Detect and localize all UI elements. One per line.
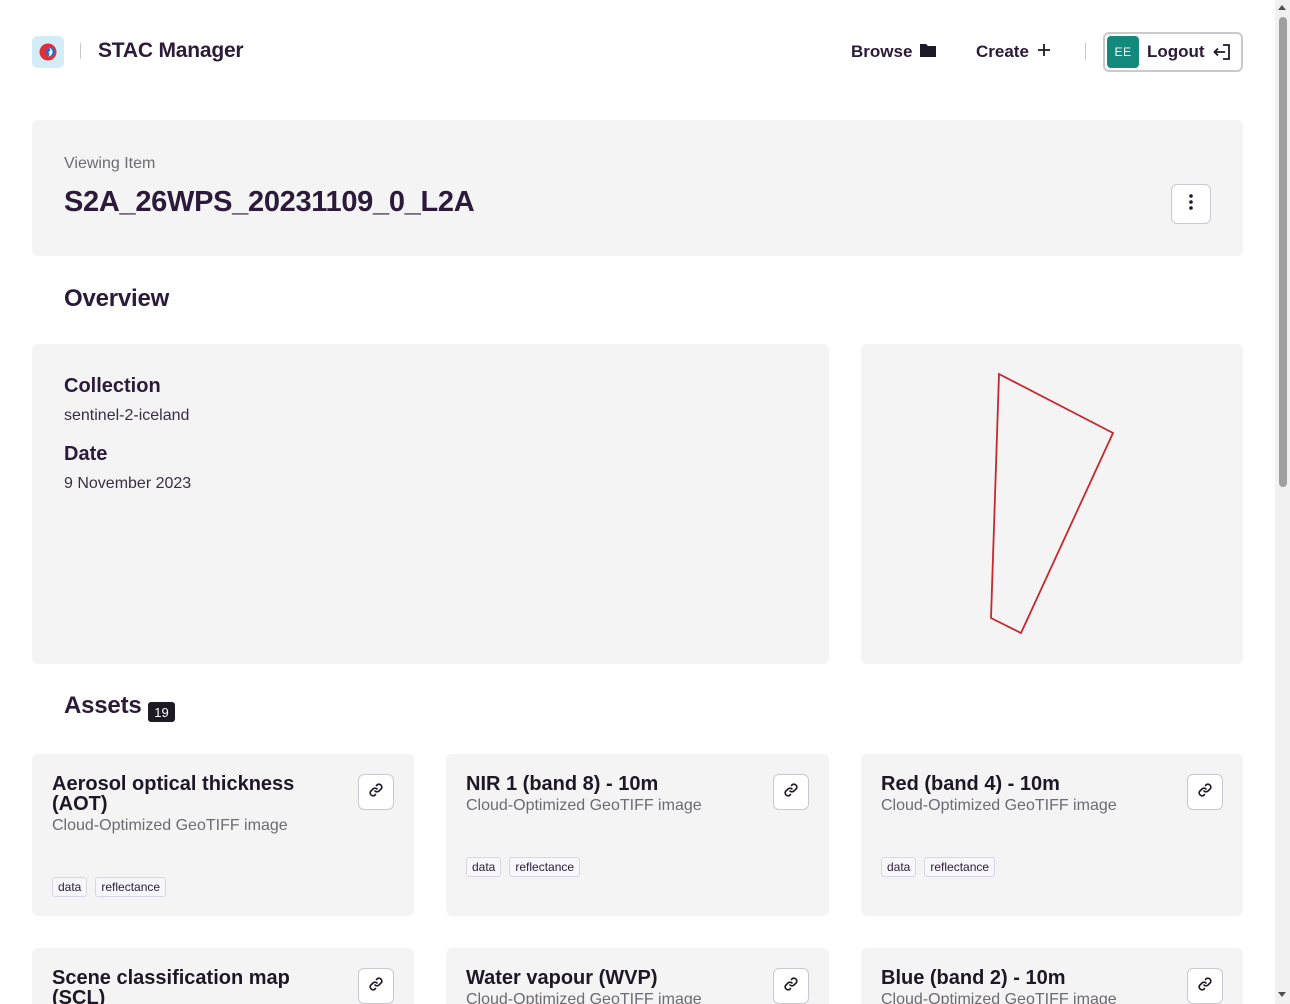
kebab-icon <box>1189 193 1193 215</box>
app-title[interactable]: STAC Manager <box>98 39 244 63</box>
asset-type: Cloud-Optimized GeoTIFF image <box>52 817 288 834</box>
asset-type: Cloud-Optimized GeoTIFF image <box>881 797 1117 814</box>
browse-button[interactable]: Browse <box>851 40 937 64</box>
avatar: EE <box>1107 36 1139 68</box>
create-button[interactable]: Create <box>976 40 1051 64</box>
assets-count-badge: 19 <box>148 702 175 722</box>
asset-link-button[interactable] <box>358 774 394 810</box>
collection-label: Collection <box>64 375 161 397</box>
asset-card: NIR 1 (band 8) - 10m Cloud-Optimized Geo… <box>446 754 829 916</box>
asset-type: Cloud-Optimized GeoTIFF image <box>466 991 702 1004</box>
item-title: S2A_26WPS_20231109_0_L2A <box>64 186 475 218</box>
logo-icon[interactable] <box>32 36 64 68</box>
asset-card: Water vapour (WVP) Cloud-Optimized GeoTI… <box>446 948 829 1004</box>
asset-title: Aerosol optical thickness (AOT) <box>52 773 295 815</box>
logout-label: Logout <box>1147 42 1205 61</box>
asset-link-button[interactable] <box>1187 968 1223 1004</box>
asset-link-button[interactable] <box>773 968 809 1004</box>
link-icon <box>783 782 799 803</box>
asset-title: Red (band 4) - 10m <box>881 773 1060 795</box>
asset-card: Blue (band 2) - 10m Cloud-Optimized GeoT… <box>861 948 1243 1004</box>
asset-title: Scene classification map (SCL) <box>52 967 290 1004</box>
footprint-polygon <box>990 372 1115 635</box>
asset-title: Water vapour (WVP) <box>466 967 658 989</box>
asset-tags: data reflectance <box>881 857 996 877</box>
asset-title: NIR 1 (band 8) - 10m <box>466 773 659 795</box>
item-options-button[interactable] <box>1171 184 1211 224</box>
asset-link-button[interactable] <box>773 774 809 810</box>
date-label: Date <box>64 443 108 465</box>
link-icon <box>368 976 384 997</box>
asset-tags: data reflectance <box>52 877 167 897</box>
footprint-map[interactable] <box>861 344 1243 664</box>
asset-type: Cloud-Optimized GeoTIFF image <box>466 797 702 814</box>
page-scrollbar[interactable] <box>1275 0 1290 1004</box>
tag: reflectance <box>924 857 996 877</box>
nav-divider <box>1085 43 1086 60</box>
item-header: Viewing Item S2A_26WPS_20231109_0_L2A <box>32 120 1243 256</box>
link-icon <box>1197 976 1213 997</box>
logout-icon <box>1212 43 1231 61</box>
asset-title: Blue (band 2) - 10m <box>881 967 1066 989</box>
asset-tags: data reflectance <box>466 857 581 877</box>
link-icon <box>783 976 799 997</box>
item-subtitle: Viewing Item <box>64 155 156 172</box>
assets-heading: Assets <box>64 692 142 719</box>
tag: reflectance <box>509 857 581 877</box>
overview-card: Collection sentinel-2-iceland Date 9 Nov… <box>32 344 829 664</box>
app-header: STAC Manager Browse Create EE Logout <box>0 0 1275 104</box>
collection-value: sentinel-2-iceland <box>64 407 190 424</box>
logo-divider <box>80 43 81 59</box>
create-label: Create <box>976 42 1029 61</box>
link-icon <box>1197 782 1213 803</box>
folder-icon <box>920 42 937 62</box>
asset-card: Scene classification map (SCL) <box>32 948 414 1004</box>
tag: data <box>466 857 502 877</box>
scroll-thumb[interactable] <box>1279 17 1287 487</box>
asset-link-button[interactable] <box>1187 774 1223 810</box>
logout-button[interactable]: EE Logout <box>1103 32 1243 72</box>
asset-link-button[interactable] <box>358 968 394 1004</box>
date-value: 9 November 2023 <box>64 475 192 492</box>
link-icon <box>368 782 384 803</box>
tag: data <box>881 857 917 877</box>
tag: reflectance <box>95 877 167 897</box>
tag: data <box>52 877 88 897</box>
asset-card: Aerosol optical thickness (AOT) Cloud-Op… <box>32 754 414 916</box>
browse-label: Browse <box>851 42 913 61</box>
scroll-down-icon[interactable] <box>1278 992 1286 997</box>
plus-icon <box>1037 42 1051 62</box>
asset-type: Cloud-Optimized GeoTIFF image <box>881 991 1117 1004</box>
overview-heading: Overview <box>64 285 170 312</box>
scroll-up-icon[interactable] <box>1278 5 1286 10</box>
asset-card: Red (band 4) - 10m Cloud-Optimized GeoTI… <box>861 754 1243 916</box>
